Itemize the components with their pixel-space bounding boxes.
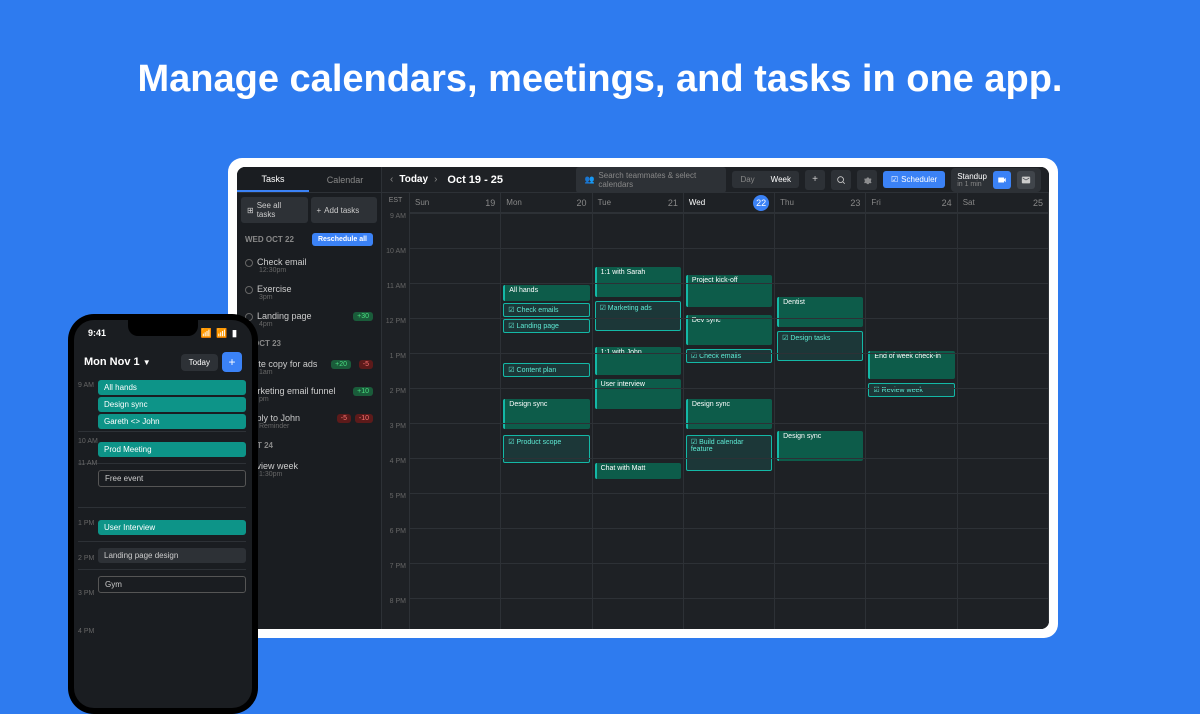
- people-icon: 👥: [584, 175, 594, 184]
- event[interactable]: Content plan: [503, 363, 589, 377]
- scheduler-button[interactable]: ☑Scheduler: [883, 171, 945, 188]
- chevron-down-icon: ▼: [143, 358, 151, 367]
- event[interactable]: 1:1 with John: [595, 347, 681, 375]
- sidebar: Tasks Calendar ⊞See all tasks +Add tasks…: [237, 167, 382, 629]
- event[interactable]: End of week check-in: [868, 351, 954, 379]
- standup-time: in 1 min: [957, 181, 987, 188]
- time-badge: +30: [353, 312, 373, 321]
- timezone-label: EST: [382, 193, 409, 208]
- task-checkbox[interactable]: [245, 259, 253, 267]
- event[interactable]: Project kick-off: [686, 275, 772, 307]
- view-toggle: Day Week: [732, 171, 799, 188]
- event[interactable]: Chat with Matt: [595, 463, 681, 479]
- phone-event[interactable]: Free event: [98, 470, 246, 487]
- search-input[interactable]: 👥Search teammates & select calendars: [576, 167, 726, 193]
- phone-event[interactable]: Prod Meeting: [98, 442, 246, 457]
- event[interactable]: Check emails: [686, 349, 772, 363]
- phone-event[interactable]: User Interview: [98, 520, 246, 535]
- task-item[interactable]: Landing page4pm+30: [237, 306, 381, 333]
- add-button[interactable]: +: [805, 170, 825, 190]
- prev-arrow-icon[interactable]: ‹: [390, 174, 393, 185]
- phone-notch: [128, 320, 198, 336]
- phone-event[interactable]: All hands: [98, 380, 246, 395]
- task-item[interactable]: Exercise3pm: [237, 279, 381, 306]
- time-badge: +10: [353, 387, 373, 396]
- day-column-mon[interactable]: Mon20 All hands Check emails Landing pag…: [501, 193, 592, 629]
- headline: Manage calendars, meetings, and tasks in…: [0, 0, 1200, 101]
- time-badge: -5: [359, 360, 373, 369]
- tablet-frame: Tasks Calendar ⊞See all tasks +Add tasks…: [228, 158, 1058, 638]
- day-column-fri[interactable]: Fri24 End of week check-in Review week: [866, 193, 957, 629]
- week-view-button[interactable]: Week: [763, 171, 799, 188]
- time-column: EST 9 AM 10 AM 11 AM 12 PM 1 PM 2 PM 3 P…: [382, 193, 410, 629]
- event[interactable]: Dev sync: [686, 315, 772, 345]
- tablet-screen: Tasks Calendar ⊞See all tasks +Add tasks…: [237, 167, 1049, 629]
- task-item[interactable]: Reply to JohnReminder-5-10: [237, 408, 381, 435]
- phone-add-button[interactable]: +: [222, 352, 242, 372]
- time-badge: -10: [355, 414, 373, 423]
- topbar: ‹ Today › Oct 19 - 25 👥Search teammates …: [382, 167, 1049, 193]
- today-button[interactable]: Today: [399, 174, 428, 185]
- video-call-button[interactable]: [993, 171, 1011, 189]
- days-container: Sun19 Mon20 All hands Check emails Landi…: [410, 193, 1049, 629]
- mail-button[interactable]: [1017, 171, 1035, 189]
- phone-event[interactable]: Landing page design: [98, 548, 246, 563]
- phone-frame: 9:41 📶 📶 ▮ Mon Nov 1 ▼ Today + 9 AM All …: [68, 314, 258, 714]
- see-all-tasks-button[interactable]: ⊞See all tasks: [241, 197, 308, 223]
- time-badge: +20: [331, 360, 351, 369]
- event[interactable]: Dentist: [777, 297, 863, 327]
- task-item[interactable]: Review week1:30pm: [237, 456, 381, 483]
- grid-icon: ⊞: [247, 206, 254, 215]
- clock: 9:41: [88, 328, 106, 338]
- event[interactable]: Design sync: [777, 431, 863, 461]
- standup-widget: Standupin 1 min: [951, 168, 1041, 192]
- standup-title: Standup: [957, 172, 987, 181]
- phone-event[interactable]: Gareth <> John: [98, 414, 246, 429]
- tab-calendar[interactable]: Calendar: [309, 167, 381, 192]
- phone-today-button[interactable]: Today: [181, 354, 218, 371]
- next-arrow-icon[interactable]: ›: [434, 174, 437, 185]
- status-icons: 📶 📶 ▮: [201, 328, 238, 339]
- calendar-grid: EST 9 AM 10 AM 11 AM 12 PM 1 PM 2 PM 3 P…: [382, 193, 1049, 629]
- phone-calendar[interactable]: 9 AM All hands Design sync Gareth <> Joh…: [74, 380, 252, 593]
- task-item[interactable]: Marketing email funnelpm+10: [237, 381, 381, 408]
- event[interactable]: Design sync: [686, 399, 772, 429]
- day-column-tue[interactable]: Tue21 1:1 with Sarah Marketing ads 1:1 w…: [593, 193, 684, 629]
- day-column-sat[interactable]: Sat25: [958, 193, 1049, 629]
- event[interactable]: Check emails: [503, 303, 589, 317]
- event[interactable]: Design tasks: [777, 331, 863, 361]
- date-range: Oct 19 - 25: [447, 174, 503, 186]
- time-badge: -5: [337, 414, 351, 423]
- add-tasks-button[interactable]: +Add tasks: [311, 197, 378, 223]
- day-column-thu[interactable]: Thu23 Dentist Design tasks Design sync: [775, 193, 866, 629]
- check-icon: ☑: [891, 175, 898, 184]
- event[interactable]: 1:1 with Sarah: [595, 267, 681, 297]
- reschedule-button[interactable]: Reschedule all: [312, 233, 373, 246]
- phone-screen: 9:41 📶 📶 ▮ Mon Nov 1 ▼ Today + 9 AM All …: [74, 320, 252, 708]
- event[interactable]: Build calendar feature: [686, 435, 772, 471]
- event[interactable]: Marketing ads: [595, 301, 681, 331]
- day-column-wed[interactable]: Wed22 Project kick-off Dev sync Check em…: [684, 193, 775, 629]
- calendar-main: ‹ Today › Oct 19 - 25 👥Search teammates …: [382, 167, 1049, 629]
- phone-event[interactable]: Design sync: [98, 397, 246, 412]
- day-column-sun[interactable]: Sun19: [410, 193, 501, 629]
- phone-date[interactable]: Mon Nov 1 ▼: [84, 356, 151, 368]
- task-item[interactable]: Check email12:30pm: [237, 252, 381, 279]
- event[interactable]: Review week: [868, 383, 954, 397]
- event[interactable]: User interview: [595, 379, 681, 409]
- task-checkbox[interactable]: [245, 286, 253, 294]
- sidebar-tabs: Tasks Calendar: [237, 167, 381, 193]
- phone-event[interactable]: Gym: [98, 576, 246, 593]
- event[interactable]: Design sync: [503, 399, 589, 429]
- event[interactable]: Landing page: [503, 319, 589, 333]
- event[interactable]: All hands: [503, 285, 589, 301]
- search-icon[interactable]: [831, 170, 851, 190]
- day-label: WED OCT 22: [245, 235, 294, 244]
- settings-icon[interactable]: [857, 170, 877, 190]
- day-view-button[interactable]: Day: [732, 171, 762, 188]
- plus-icon: +: [317, 206, 322, 215]
- tab-tasks[interactable]: Tasks: [237, 167, 309, 192]
- task-item[interactable]: Write copy for ads1am+20-5: [237, 354, 381, 381]
